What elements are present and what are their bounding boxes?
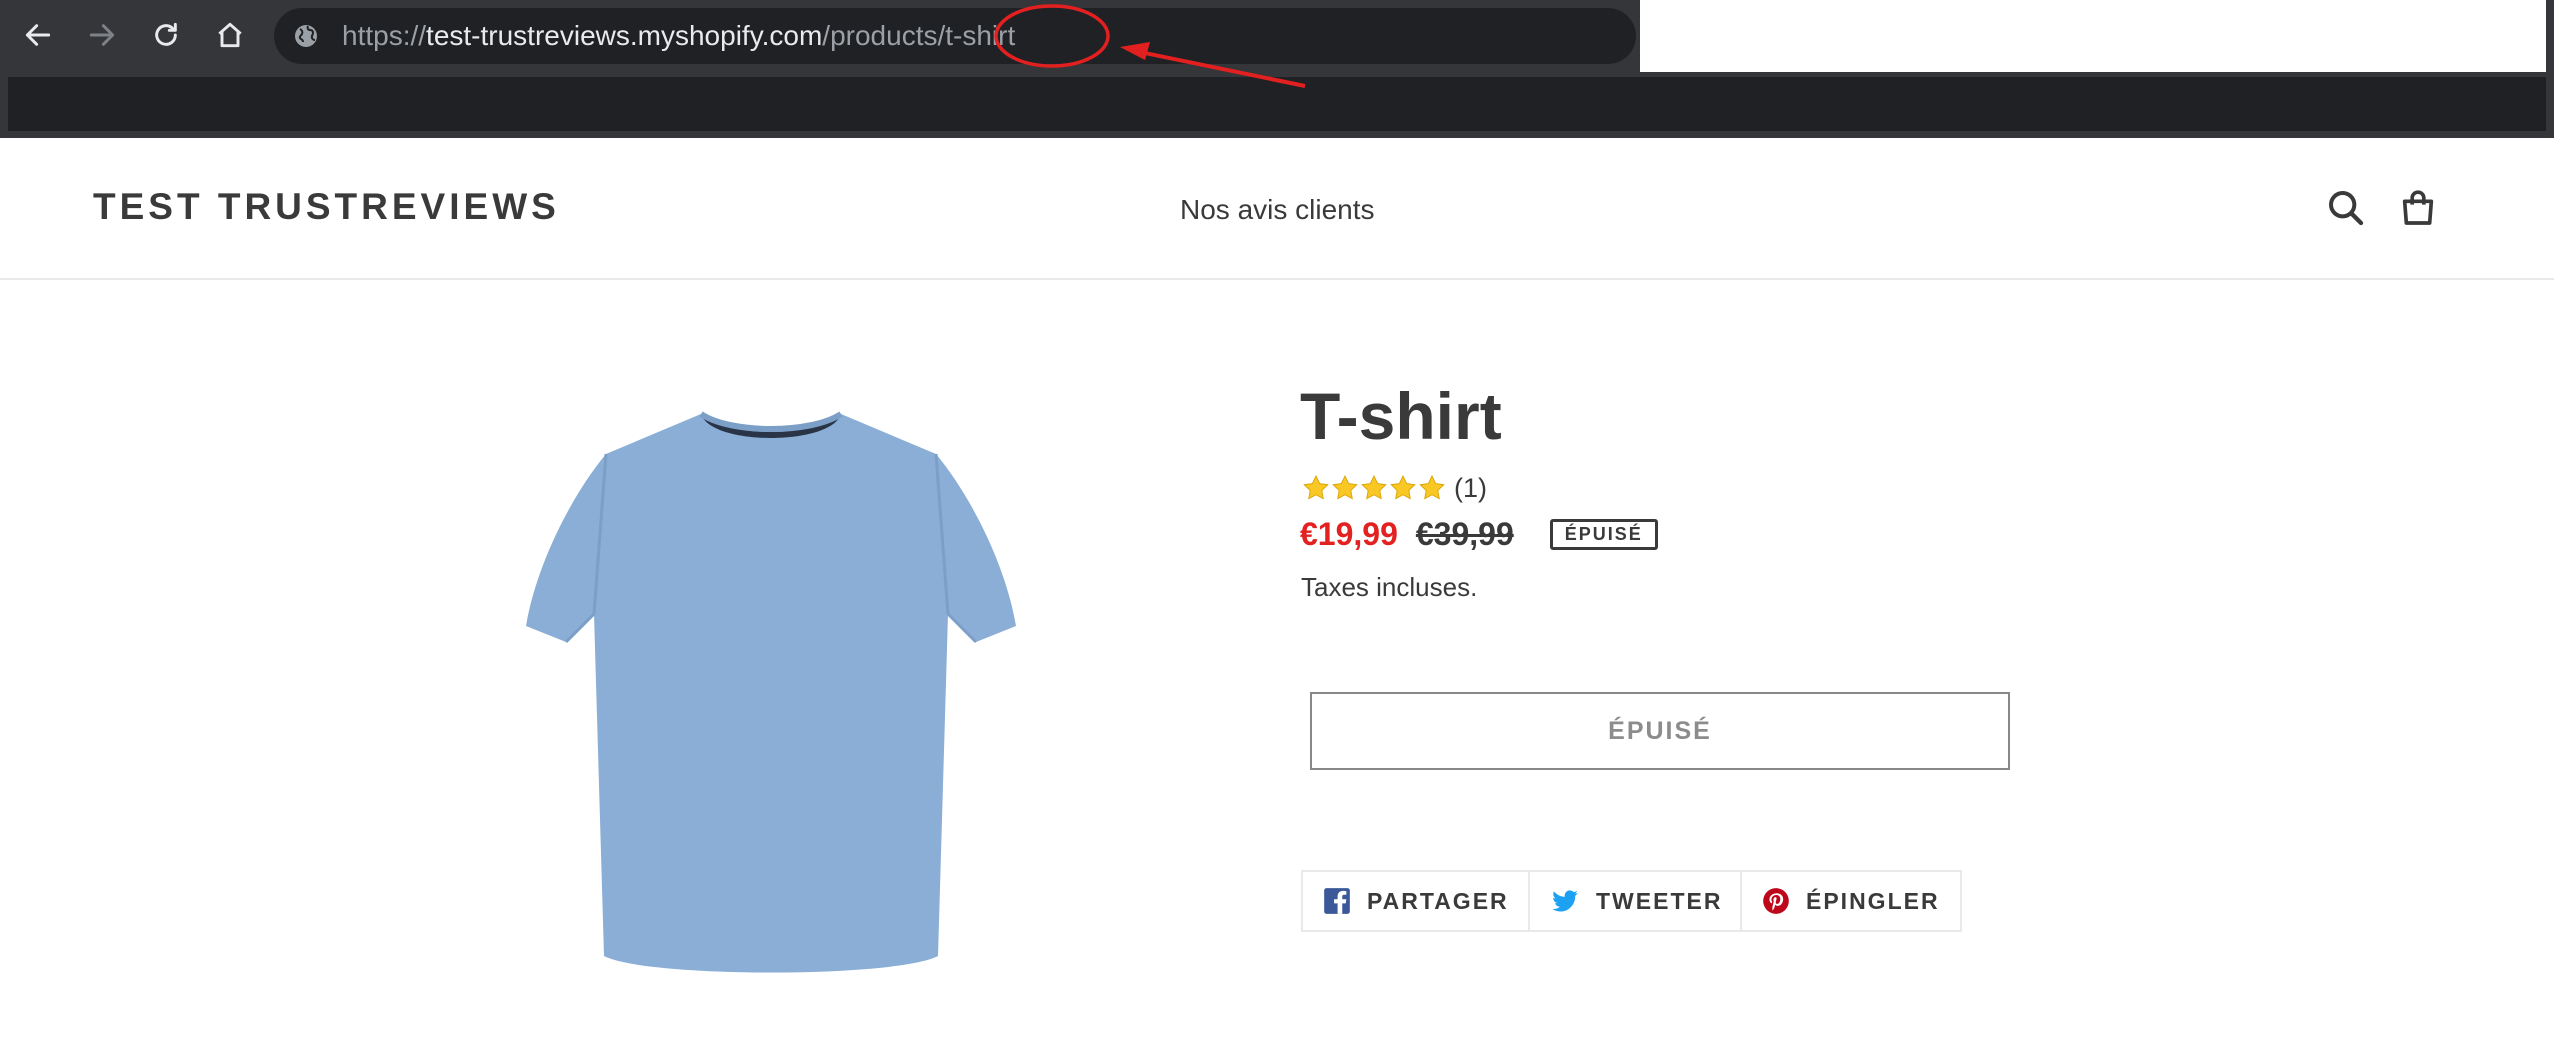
globe-icon xyxy=(295,25,317,47)
product-title: T-shirt xyxy=(1300,379,1502,453)
arrow-right-icon xyxy=(89,24,115,46)
url-host: test-trustreviews.myshopify.com xyxy=(426,20,823,51)
share-twitter-button[interactable]: TWEETER xyxy=(1528,870,1745,932)
star-icon xyxy=(1361,475,1387,500)
facebook-icon xyxy=(1324,888,1350,914)
product-image[interactable] xyxy=(516,396,1026,1000)
cart-icon[interactable] xyxy=(2398,188,2438,228)
site-header: TEST TRUSTREVIEWS Nos avis clients xyxy=(0,138,2554,280)
sale-price: €19,99 xyxy=(1300,515,1398,552)
bookmarks-bar xyxy=(0,72,2554,138)
browser-chrome: https://test-trustreviews.myshopify.com/… xyxy=(0,0,2554,138)
share-facebook-label: PARTAGER xyxy=(1367,887,1509,914)
share-pinterest-label: ÉPINGLER xyxy=(1806,887,1940,914)
address-bar[interactable]: https://test-trustreviews.myshopify.com/… xyxy=(274,8,1636,64)
sold-out-badge: ÉPUISÉ xyxy=(1549,518,1658,550)
browser-toolbar: https://test-trustreviews.myshopify.com/… xyxy=(0,0,1640,72)
nav-link-reviews[interactable]: Nos avis clients xyxy=(1180,194,1375,226)
share-facebook-button[interactable]: PARTAGER xyxy=(1301,870,1531,932)
product-rating[interactable]: (1) xyxy=(1302,470,1487,506)
window-edge xyxy=(2546,0,2554,72)
share-pinterest-button[interactable]: ÉPINGLER xyxy=(1740,870,1962,932)
add-to-cart-button[interactable]: ÉPUISÉ xyxy=(1310,692,2010,770)
bookmarks-bar-inner xyxy=(8,77,2546,131)
back-button[interactable] xyxy=(16,13,60,57)
reload-button[interactable] xyxy=(144,13,188,57)
regular-price: €39,99 xyxy=(1415,515,1514,552)
url-handle: t-shirt xyxy=(945,20,1016,51)
price-row: €19,99 €39,99 ÉPUISÉ xyxy=(1300,510,1658,558)
store-logo[interactable]: TEST TRUSTREVIEWS xyxy=(93,186,560,228)
reload-icon xyxy=(155,22,177,46)
forward-button[interactable] xyxy=(80,13,124,57)
star-rating xyxy=(1302,474,1446,502)
url-text: https://test-trustreviews.myshopify.com/… xyxy=(342,8,1015,64)
share-twitter-label: TWEETER xyxy=(1596,887,1723,914)
star-icon xyxy=(1332,475,1358,500)
arrow-left-icon xyxy=(25,24,51,46)
twitter-icon xyxy=(1552,890,1578,912)
home-button[interactable] xyxy=(208,13,252,57)
home-icon xyxy=(218,22,242,48)
star-icon xyxy=(1303,475,1329,500)
star-icon xyxy=(1419,475,1445,500)
reviews-count: (1) xyxy=(1454,472,1487,503)
url-scheme: https:// xyxy=(342,20,427,51)
search-icon[interactable] xyxy=(2326,188,2366,228)
url-path: /products/ xyxy=(822,20,946,51)
tax-note: Taxes incluses. xyxy=(1301,572,1478,602)
star-icon xyxy=(1390,475,1416,500)
pinterest-icon xyxy=(1763,888,1789,914)
